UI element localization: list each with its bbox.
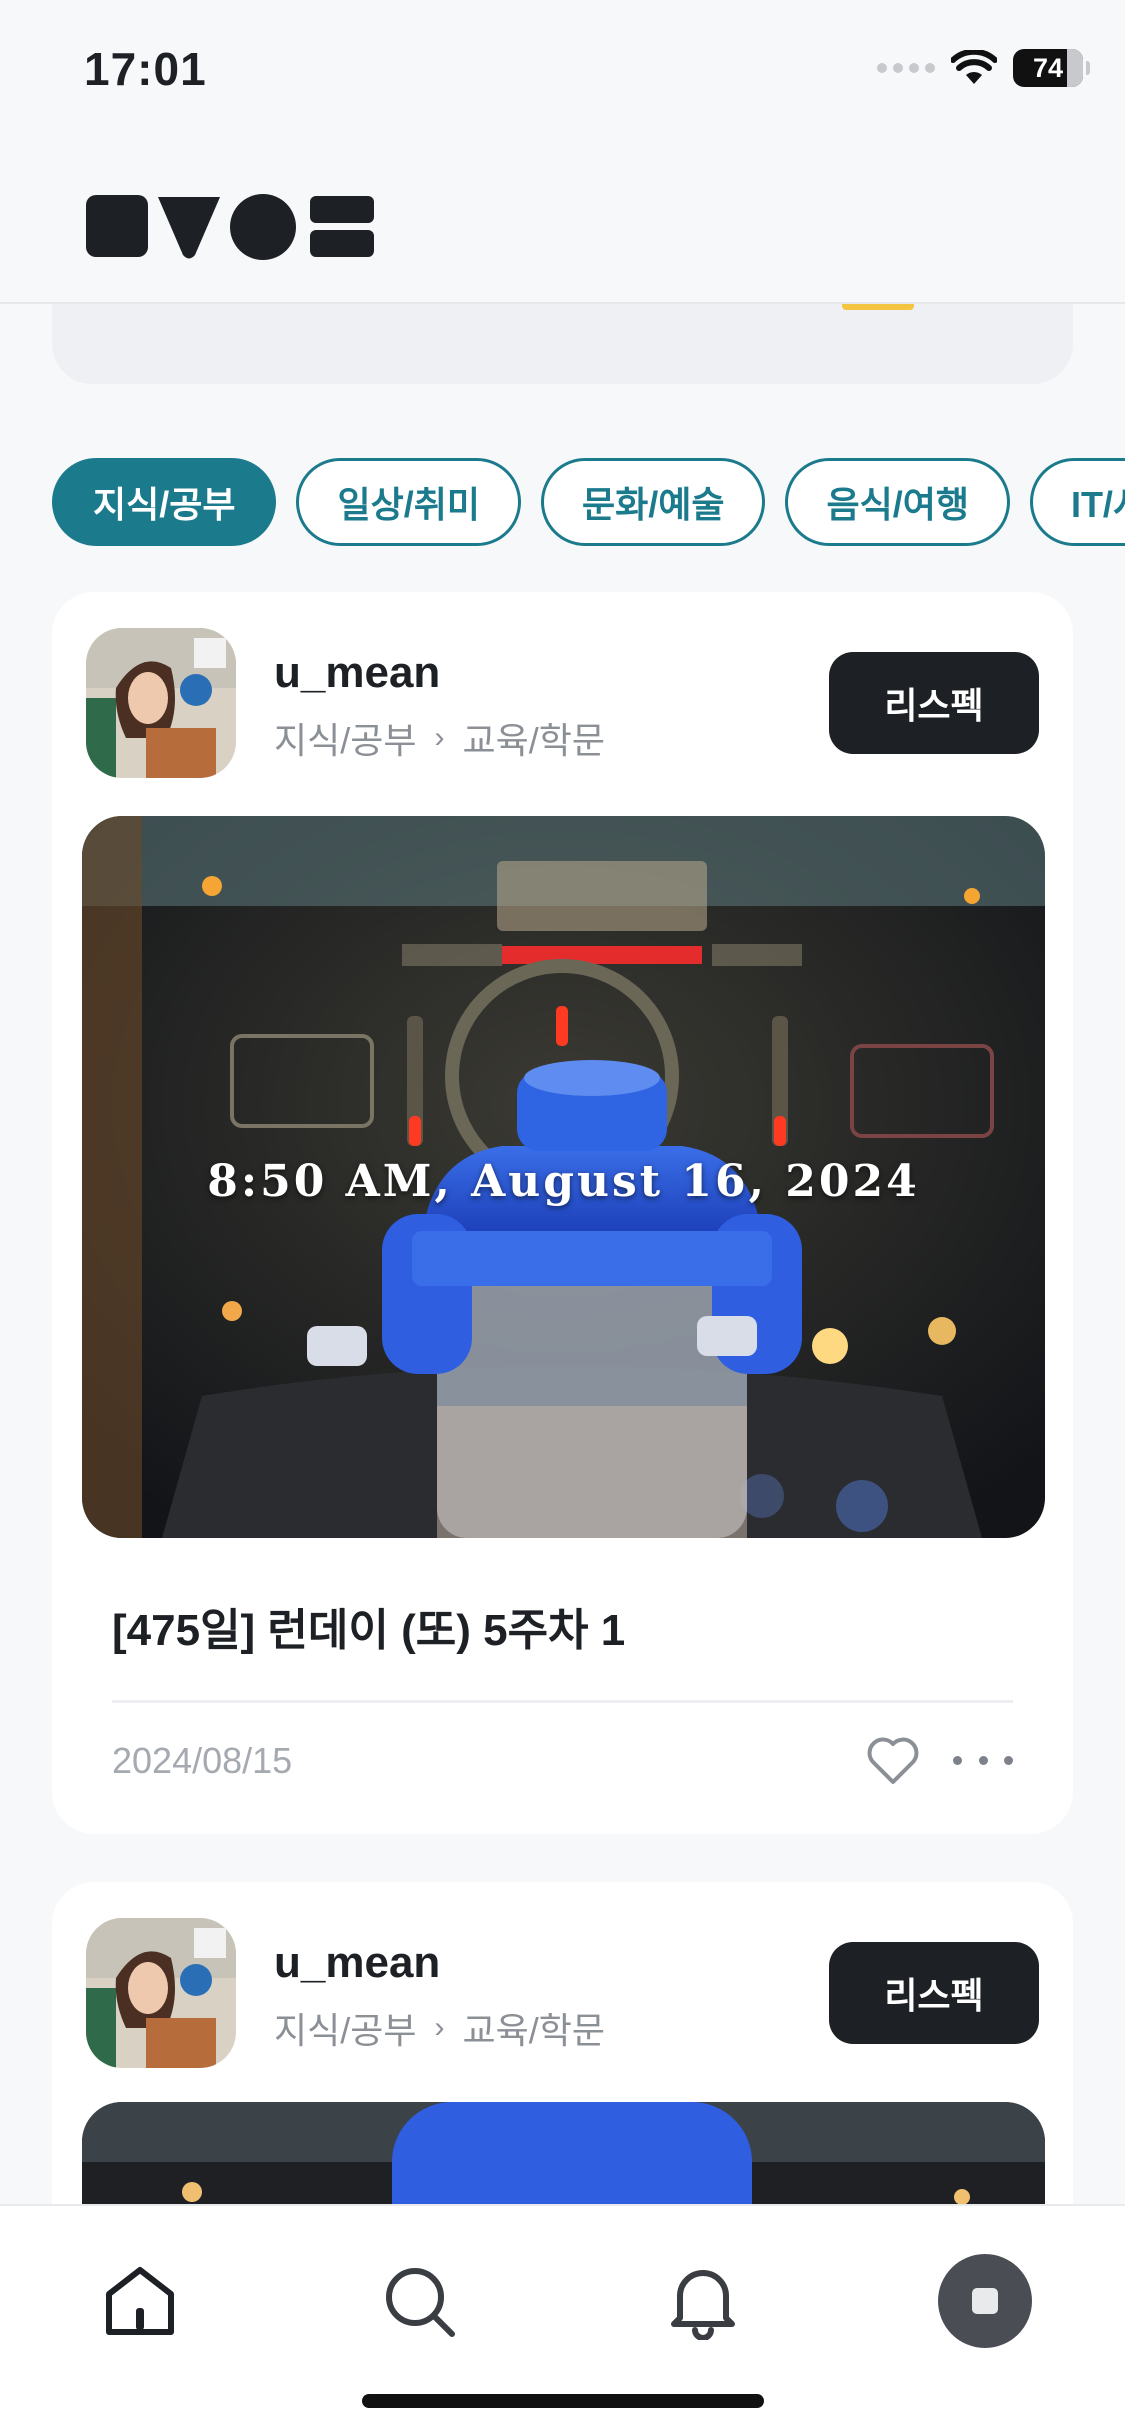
battery-icon: 74: [1013, 49, 1090, 87]
respect-button[interactable]: 리스펙: [829, 652, 1039, 754]
app-header: [0, 132, 1125, 304]
cellular-signal-icon: [877, 63, 935, 73]
image-timestamp: 8:50 AM, August 16, 2024: [207, 1156, 920, 1207]
category-breadcrumb: 지식/공부 › 교육/학문: [274, 712, 605, 764]
category-breadcrumb: 지식/공부 › 교육/학문: [274, 2002, 605, 2054]
wifi-icon: [951, 50, 997, 84]
respect-button[interactable]: 리스펙: [829, 1942, 1039, 2044]
chip-knowledge-study[interactable]: 지식/공부: [52, 458, 277, 546]
post-title[interactable]: [475일] 런데이 (또) 5주차 1: [112, 1594, 625, 1658]
tab-profile[interactable]: [938, 2254, 1032, 2348]
divider: [112, 1700, 1013, 1703]
search-icon: [386, 2268, 455, 2337]
app-logo[interactable]: [86, 192, 376, 262]
chip-culture-art[interactable]: 문화/예술: [540, 458, 766, 546]
chip-food-travel[interactable]: 음식/여행: [785, 458, 1010, 546]
breadcrumb-category: 지식/공부: [274, 720, 417, 761]
more-options-icon[interactable]: [953, 1740, 1013, 1780]
tab-home[interactable]: [95, 2256, 185, 2346]
status-bar: 17:01 74: [0, 0, 1125, 132]
breadcrumb-category: 지식/공부: [274, 2010, 417, 2051]
chip-daily-hobby[interactable]: 일상/취미: [296, 458, 521, 546]
battery-level: 74: [1032, 52, 1064, 83]
chevron-right-icon: ›: [434, 2011, 445, 2044]
status-indicators: 74: [877, 46, 1090, 90]
username[interactable]: u_mean: [274, 648, 440, 698]
post-image[interactable]: 8:50 AM, August 16, 2024: [82, 816, 1045, 1538]
chevron-right-icon: ›: [434, 721, 445, 754]
breadcrumb-subcategory: 교육/학문: [462, 2010, 605, 2051]
home-indicator: [362, 2394, 764, 2408]
breadcrumb-subcategory: 교육/학문: [462, 720, 605, 761]
avatar[interactable]: [86, 628, 236, 778]
bell-icon: [671, 2270, 735, 2340]
post-date: 2024/08/15: [112, 1740, 293, 1781]
profile-icon: [972, 2288, 998, 2314]
screen: 17:01 74 지식/공부 일상/취미 문화/예술 음식/여행 IT/ u_m…: [0, 0, 1125, 2436]
heart-icon[interactable]: [863, 1730, 923, 1790]
home-icon: [106, 2267, 174, 2335]
tab-notifications[interactable]: [658, 2256, 748, 2346]
tab-search[interactable]: [374, 2256, 464, 2346]
status-time: 17:01: [84, 43, 207, 95]
avatar[interactable]: [86, 1918, 236, 2068]
post-card[interactable]: u_mean 지식/공부 › 교육/학문 리스펙: [52, 592, 1073, 1834]
chip-it[interactable]: IT/시: [1029, 458, 1125, 546]
username[interactable]: u_mean: [274, 1938, 440, 1988]
category-chip-list: 지식/공부 일상/취미 문화/예술 음식/여행 IT/시: [52, 458, 1125, 546]
